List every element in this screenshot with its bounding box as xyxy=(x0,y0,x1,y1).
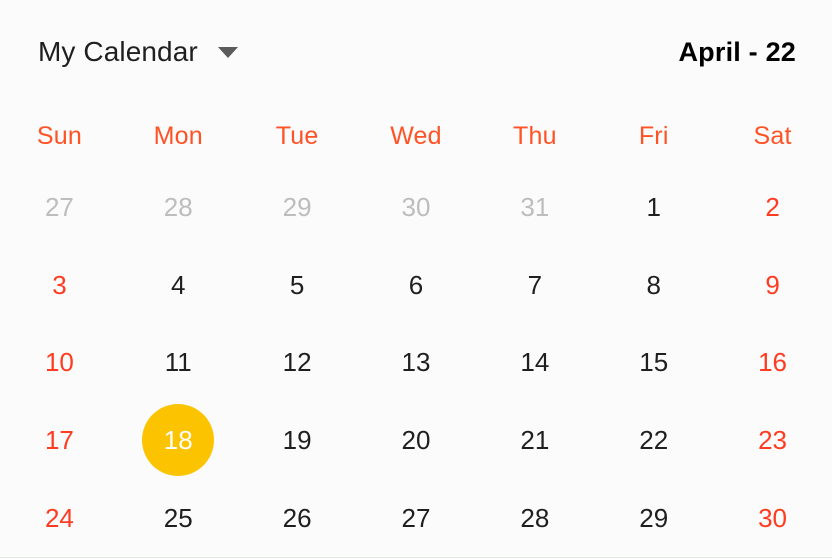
date-cell[interactable]: 30 xyxy=(380,171,452,243)
week-row: 27 28 29 30 31 1 2 xyxy=(0,168,832,246)
date-cell[interactable]: 23 xyxy=(737,404,809,476)
date-cell[interactable]: 3 xyxy=(23,249,95,321)
weekday-header-sat: Sat xyxy=(753,121,792,150)
date-cell[interactable]: 28 xyxy=(142,171,214,243)
date-cell[interactable]: 2 xyxy=(737,171,809,243)
weekday-header-mon: Mon xyxy=(153,121,203,150)
date-cell[interactable]: 4 xyxy=(142,249,214,321)
weekday-header-thu: Thu xyxy=(513,121,557,150)
week-row: 24 25 26 27 28 29 30 xyxy=(0,479,832,557)
calendar-selector-dropdown[interactable]: My Calendar xyxy=(38,38,238,66)
date-cell[interactable]: 22 xyxy=(618,404,690,476)
week-row: 10 11 12 13 14 15 16 xyxy=(0,324,832,402)
date-cell[interactable]: 19 xyxy=(261,404,333,476)
date-cell[interactable]: 21 xyxy=(499,404,571,476)
date-cell[interactable]: 5 xyxy=(261,249,333,321)
weekday-header-sun: Sun xyxy=(36,121,82,150)
date-cell[interactable]: 30 xyxy=(737,482,809,554)
date-cell[interactable]: 7 xyxy=(499,249,571,321)
date-cell[interactable]: 11 xyxy=(142,326,214,398)
date-cell[interactable]: 13 xyxy=(380,326,452,398)
week-row: 17 18 19 20 21 22 23 xyxy=(0,401,832,479)
date-cell[interactable]: 29 xyxy=(261,171,333,243)
date-cell[interactable]: 31 xyxy=(499,171,571,243)
date-cell[interactable]: 27 xyxy=(23,171,95,243)
calendar-grid: Sun Mon Tue Wed Thu Fri Sat 27 28 29 30 31 1 2 34567… xyxy=(0,104,832,557)
date-cell[interactable]: 1 xyxy=(618,171,690,243)
date-cell[interactable]: 14 xyxy=(499,326,571,398)
date-cell[interactable]: 6 xyxy=(380,249,452,321)
date-cell[interactable]: 8 xyxy=(618,249,690,321)
week-row: 3456789 xyxy=(0,246,832,324)
date-cell[interactable]: 12 xyxy=(261,326,333,398)
date-cell[interactable]: 29 xyxy=(618,482,690,554)
date-cell[interactable]: 17 xyxy=(23,404,95,476)
weekday-header-fri: Fri xyxy=(638,121,669,150)
date-cell-selected[interactable]: 18 xyxy=(142,404,215,477)
date-cell[interactable]: 20 xyxy=(380,404,452,476)
date-cell[interactable]: 15 xyxy=(618,326,690,398)
weekday-header-wed: Wed xyxy=(390,121,442,150)
calendar-name-label: My Calendar xyxy=(38,36,198,67)
date-cell[interactable]: 16 xyxy=(737,326,809,398)
date-cell[interactable]: 26 xyxy=(261,482,333,554)
chevron-down-icon[interactable] xyxy=(217,46,238,58)
calendar-widget: My Calendar April - 22 Sun Mon Tue Wed Thu Fr… xyxy=(0,0,832,558)
date-cell[interactable]: 24 xyxy=(23,482,95,554)
month-year-label: April - 22 xyxy=(678,36,796,67)
date-cell[interactable]: 9 xyxy=(737,249,809,321)
weekday-header-row: Sun Mon Tue Wed Thu Fri Sat xyxy=(0,104,832,168)
date-cell[interactable]: 10 xyxy=(23,326,95,398)
date-cell[interactable]: 25 xyxy=(142,482,214,554)
weekday-header-tue: Tue xyxy=(275,121,319,150)
calendar-header: My Calendar April - 22 xyxy=(0,0,832,104)
date-cell[interactable]: 27 xyxy=(380,482,452,554)
date-cell[interactable]: 28 xyxy=(499,482,571,554)
